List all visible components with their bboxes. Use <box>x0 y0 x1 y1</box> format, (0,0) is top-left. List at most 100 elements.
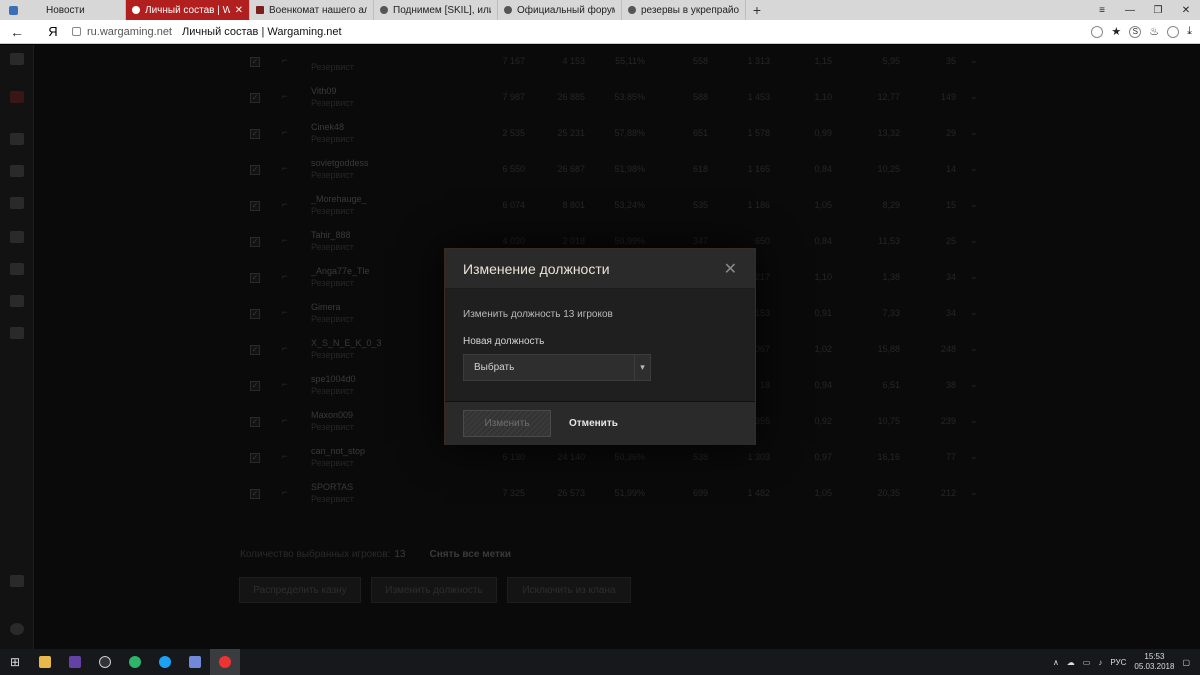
tab-skill-topic[interactable]: Поднимем [SKIL], или Как н <box>374 0 498 20</box>
close-icon[interactable]: ✕ <box>724 259 737 279</box>
bookmark-star-icon[interactable]: ★ <box>1111 25 1121 38</box>
apply-button[interactable]: Изменить <box>463 410 551 437</box>
row-checkbox[interactable]: ✓ <box>250 417 260 427</box>
player-nickname[interactable]: sovietgoddess <box>311 158 369 168</box>
row-checkbox[interactable]: ✓ <box>250 129 260 139</box>
app-green-icon[interactable] <box>120 649 150 675</box>
expand-chevron-icon[interactable]: ⌄ <box>970 163 978 174</box>
table-row[interactable]: ✓ ⌐ can_not_stop Резервист 6 130 24 140 50,36%… <box>240 441 980 477</box>
page-settings-icon[interactable] <box>1091 25 1104 38</box>
vehicles-icon[interactable] <box>10 165 24 177</box>
clock[interactable]: 15:53 05.03.2018 <box>1134 652 1174 672</box>
player-nickname[interactable]: SPORTAS <box>311 482 353 492</box>
row-checkbox[interactable]: ✓ <box>250 453 260 463</box>
change-role-button[interactable]: Изменить должность <box>371 577 497 603</box>
row-checkbox[interactable]: ✓ <box>250 345 260 355</box>
expand-chevron-icon[interactable]: ⌄ <box>970 271 978 282</box>
tab-clan-roster[interactable]: Личный состав | Wargam ✕ <box>126 0 250 20</box>
row-checkbox[interactable]: ✓ <box>250 165 260 175</box>
row-checkbox[interactable]: ✓ <box>250 381 260 391</box>
expand-chevron-icon[interactable]: ⌄ <box>970 415 978 426</box>
player-nickname[interactable]: Gimera <box>311 302 341 312</box>
row-checkbox[interactable]: ✓ <box>250 489 260 499</box>
expand-chevron-icon[interactable]: ⌄ <box>970 343 978 354</box>
extension-flame-icon[interactable]: ♨ <box>1149 25 1159 38</box>
network-icon[interactable]: ▭ <box>1083 658 1091 667</box>
file-explorer-icon[interactable] <box>30 649 60 675</box>
help-icon[interactable] <box>10 623 24 635</box>
twitch-icon[interactable] <box>60 649 90 675</box>
windows-start-icon[interactable]: ⊞ <box>0 649 30 675</box>
tabs-menu-icon[interactable] <box>0 0 26 20</box>
tab-search[interactable]: резервы в укрепрайоне - Я <box>622 0 746 20</box>
new-tab-button[interactable]: + <box>746 0 768 20</box>
volume-icon[interactable]: ♪ <box>1098 658 1102 667</box>
table-row[interactable]: ✓ ⌐ Резервист 7 167 4 153 55,11% 558 1 313 1,15 5… <box>240 45 980 81</box>
player-nickname[interactable]: Tahir_888 <box>311 230 351 240</box>
notifications-icon[interactable]: ▢ <box>1182 658 1190 667</box>
player-nickname[interactable]: can_not_stop <box>311 446 365 456</box>
expand-chevron-icon[interactable]: ⌄ <box>970 235 978 246</box>
expand-chevron-icon[interactable]: ⌄ <box>970 55 978 66</box>
expand-chevron-icon[interactable]: ⌄ <box>970 199 978 210</box>
player-nickname[interactable]: Cinek48 <box>311 122 344 132</box>
player-nickname[interactable]: _Anga77e_Tle <box>311 266 370 276</box>
expand-chevron-icon[interactable]: ⌄ <box>970 451 978 462</box>
expand-chevron-icon[interactable]: ⌄ <box>970 91 978 102</box>
yandex-browser-icon[interactable] <box>210 649 240 675</box>
clan-emblem-icon[interactable] <box>10 91 24 103</box>
distribute-treasury-button[interactable]: Распределить казну <box>239 577 361 603</box>
expand-chevron-icon[interactable]: ⌄ <box>970 379 978 390</box>
cloud-icon[interactable]: ☁ <box>1067 658 1075 667</box>
player-nickname[interactable]: Vith09 <box>311 86 336 96</box>
row-checkbox[interactable]: ✓ <box>250 57 260 67</box>
yandex-button[interactable]: Я <box>34 24 72 39</box>
tab-forum[interactable]: Официальный форум игры <box>498 0 622 20</box>
row-checkbox[interactable]: ✓ <box>250 273 260 283</box>
extension-shield-icon[interactable] <box>1167 25 1180 38</box>
row-checkbox[interactable]: ✓ <box>250 237 260 247</box>
close-window-icon[interactable]: ✕ <box>1172 0 1200 20</box>
expand-chevron-icon[interactable]: ⌄ <box>970 487 978 498</box>
map-icon[interactable] <box>10 263 24 275</box>
url-field[interactable]: ru.wargaming.net Личный состав | Wargami… <box>72 26 1091 38</box>
battles-icon[interactable] <box>10 197 24 209</box>
obs-icon[interactable] <box>90 649 120 675</box>
twitter-icon[interactable] <box>150 649 180 675</box>
row-checkbox[interactable]: ✓ <box>250 309 260 319</box>
player-nickname[interactable]: Maxon009 <box>311 410 353 420</box>
minimize-icon[interactable]: — <box>1116 0 1144 20</box>
members-icon[interactable] <box>10 133 24 145</box>
table-row[interactable]: ✓ ⌐ _Morehauge_ Резервист 6 074 8 801 53,24% 53… <box>240 189 980 225</box>
table-row[interactable]: ✓ ⌐ sovietgoddess Резервист 6 550 26 687 51,98… <box>240 153 980 189</box>
player-nickname[interactable]: _Morehauge_ <box>311 194 367 204</box>
expand-chevron-icon[interactable]: ⌄ <box>970 127 978 138</box>
close-tab-icon[interactable]: ✕ <box>235 5 243 16</box>
discord-icon[interactable] <box>180 649 210 675</box>
downloads-icon[interactable]: ⤓ <box>1187 25 1192 38</box>
player-nickname[interactable]: X_S_N_E_K_0_3 <box>311 338 382 348</box>
back-arrow-icon[interactable]: ← <box>0 24 34 40</box>
exclude-from-clan-button[interactable]: Исключить из клана <box>507 577 631 603</box>
tab-recruitment[interactable]: Военкомат нашего альянс <box>250 0 374 20</box>
player-nickname[interactable]: spe1004d0 <box>311 374 356 384</box>
row-checkbox[interactable]: ✓ <box>250 201 260 211</box>
restore-icon[interactable]: ❐ <box>1144 0 1172 20</box>
treasury-icon[interactable] <box>10 295 24 307</box>
tab-news[interactable]: Новости <box>26 0 126 20</box>
settings-icon[interactable] <box>10 327 24 339</box>
table-row[interactable]: ✓ ⌐ Vith09 Резервист 7 987 26 885 53,85% 588 1 4… <box>240 81 980 117</box>
stronghold-icon[interactable] <box>10 231 24 243</box>
menu-icon[interactable]: ≡ <box>1088 0 1116 20</box>
chevron-up-icon[interactable]: ∧ <box>1053 658 1059 667</box>
language-indicator[interactable]: РУС <box>1110 658 1126 667</box>
extension-s-icon[interactable]: S <box>1129 25 1142 38</box>
new-role-select[interactable]: Выбрать ▾ <box>463 354 651 381</box>
sidebar-icon[interactable] <box>10 53 24 65</box>
expand-chevron-icon[interactable]: ⌄ <box>970 307 978 318</box>
table-row[interactable]: ✓ ⌐ SPORTAS Резервист 7 325 26 573 51,99% 699 1 … <box>240 477 980 513</box>
cancel-button[interactable]: Отменить <box>569 418 618 429</box>
clear-selection-link[interactable]: Снять все метки <box>429 549 511 560</box>
table-row[interactable]: ✓ ⌐ Cinek48 Резервист 2 535 25 231 57,88% 651 1 … <box>240 117 980 153</box>
row-checkbox[interactable]: ✓ <box>250 93 260 103</box>
